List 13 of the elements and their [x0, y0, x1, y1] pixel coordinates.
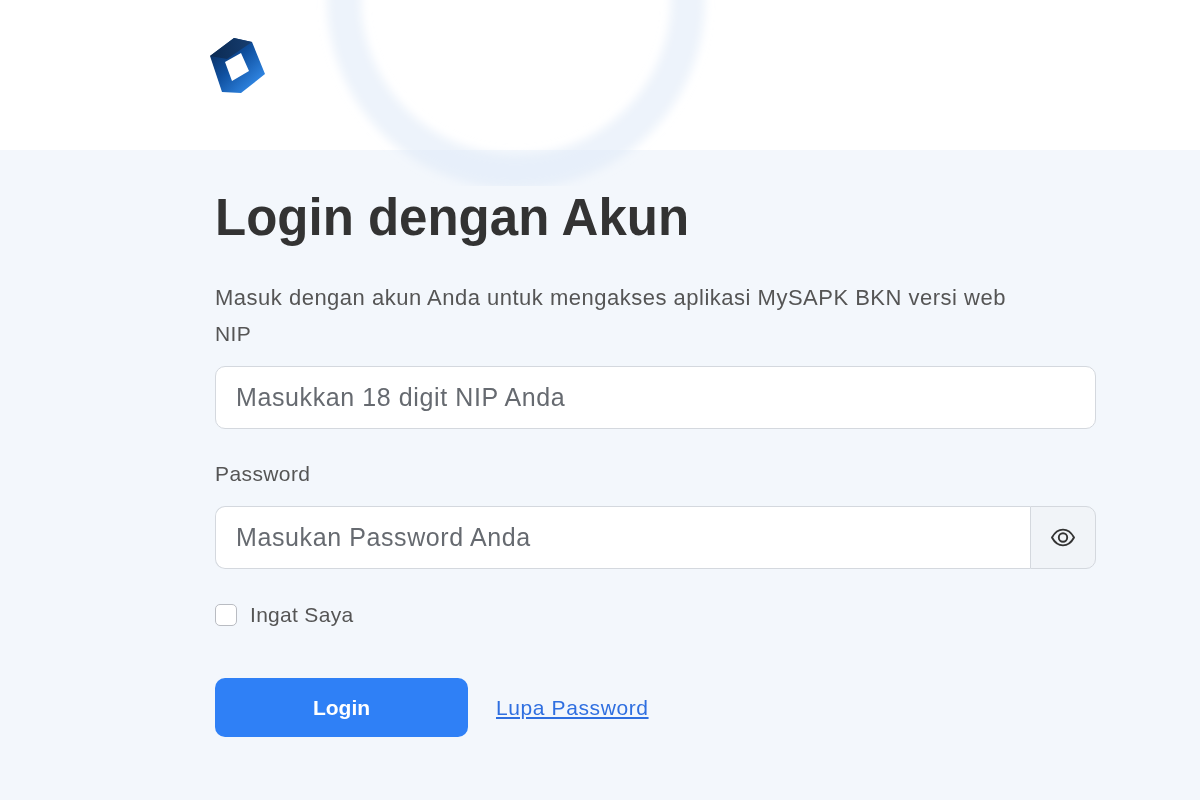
- field-label: NIP: [215, 321, 252, 347]
- show-password-button[interactable]: [1030, 506, 1096, 569]
- eye-icon: [1050, 527, 1076, 548]
- remember-label[interactable]: Ingat Saya: [250, 603, 354, 627]
- login-button[interactable]: Login: [215, 678, 468, 737]
- forgot-password-link[interactable]: Lupa Password: [496, 695, 649, 720]
- subtitle-text: Masuk dengan akun Anda untuk mengakses aplikasi MySAPK BKN versi web: [215, 284, 1006, 312]
- input-field[interactable]: Masukkan 18 digit NIP Anda: [215, 366, 1096, 429]
- app-logo: [208, 36, 266, 96]
- input-field[interactable]: Masukan Password Anda: [215, 506, 1030, 569]
- field-label: Password: [215, 461, 311, 487]
- remember-checkbox[interactable]: [215, 604, 237, 626]
- page-title: Login dengan Akun: [215, 188, 690, 248]
